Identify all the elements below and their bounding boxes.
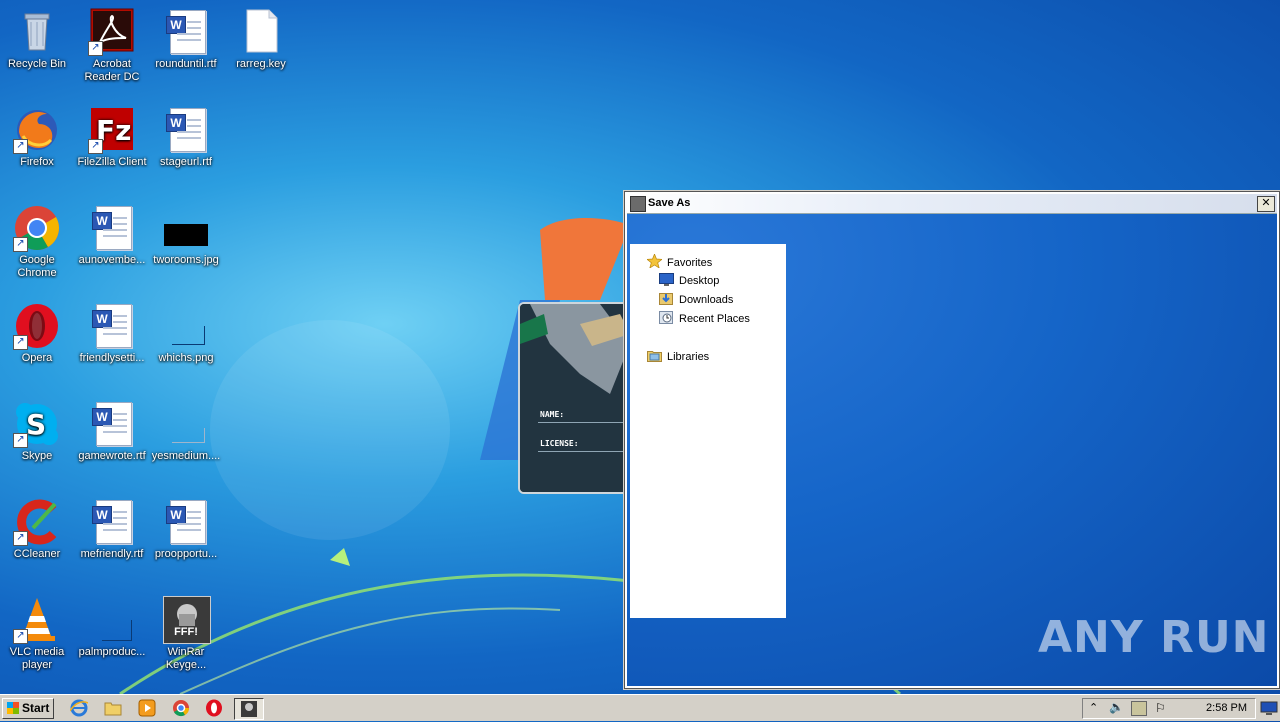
- start-button[interactable]: Start: [2, 698, 54, 719]
- shortcut-arrow-icon: ↗: [13, 531, 28, 546]
- shortcut-arrow-icon: ↗: [13, 629, 28, 644]
- nav-item-libraries[interactable]: Libraries: [647, 349, 709, 365]
- chrome-taskbar-icon[interactable]: [172, 699, 190, 717]
- svg-text:S: S: [26, 408, 46, 441]
- desktop-icon-stageurl[interactable]: W stageurl.rtf: [149, 106, 223, 169]
- word-doc-icon: W: [88, 302, 136, 350]
- taskbar: Start ⌃ 🔈 ⚐ 2:58 PM: [0, 694, 1280, 721]
- desktop-icon-gamewrote[interactable]: W gamewrote.rtf: [75, 400, 149, 463]
- title-bar[interactable]: Save As ✕: [627, 194, 1277, 214]
- keygen-artwork: [520, 304, 632, 492]
- ie-icon[interactable]: [69, 699, 89, 717]
- explorer-icon[interactable]: [104, 699, 122, 717]
- firefox-icon: ↗: [13, 106, 61, 154]
- close-button[interactable]: ✕: [1257, 196, 1275, 212]
- image-file-icon: [88, 596, 136, 644]
- word-doc-icon: W: [162, 8, 210, 56]
- desktop-icon-skype[interactable]: S ↗ Skype: [0, 400, 74, 463]
- anyrun-watermark: ANY RUN: [1038, 612, 1270, 663]
- nav-item-downloads[interactable]: Downloads: [659, 292, 733, 308]
- name-label: NAME:: [540, 410, 565, 419]
- shortcut-arrow-icon: ↗: [13, 335, 28, 350]
- shortcut-arrow-icon: ↗: [13, 433, 28, 448]
- acrobat-icon: ↗: [88, 8, 136, 56]
- clock[interactable]: 2:58 PM: [1206, 702, 1247, 714]
- filezilla-icon: Fz ↗: [88, 106, 136, 154]
- media-player-icon[interactable]: [138, 699, 156, 717]
- shortcut-arrow-icon: ↗: [13, 237, 28, 252]
- desktop-icon-proopportu[interactable]: W proopportu...: [149, 498, 223, 561]
- opera-taskbar-icon[interactable]: [205, 699, 223, 717]
- nav-item-desktop[interactable]: Desktop: [659, 273, 719, 289]
- ccleaner-icon: ↗: [13, 498, 61, 546]
- desktop-icon-rounduntil[interactable]: W rounduntil.rtf: [149, 8, 223, 71]
- shortcut-arrow-icon: ↗: [13, 139, 28, 154]
- image-file-icon: [162, 400, 210, 448]
- system-tray: ⌃ 🔈 ⚐ 2:58 PM: [1082, 698, 1256, 719]
- word-doc-icon: W: [88, 204, 136, 252]
- monitor-icon[interactable]: [1260, 699, 1278, 717]
- app-icon: [630, 196, 646, 212]
- desktop-icon-rarreg[interactable]: rarreg.key: [224, 8, 298, 71]
- recycle-bin-icon: [13, 8, 61, 56]
- name-field[interactable]: [538, 422, 632, 423]
- skype-icon: S ↗: [13, 400, 61, 448]
- show-hidden-icons[interactable]: ⌃: [1089, 701, 1098, 714]
- downloads-icon: [659, 292, 674, 305]
- desktop-icon-acrobat[interactable]: ↗ Acrobat Reader DC: [75, 8, 149, 84]
- nav-item-recent-places[interactable]: Recent Places: [659, 311, 750, 327]
- desktop-icon-opera[interactable]: ↗ Opera: [0, 302, 74, 365]
- keygen-badge: FFF!: [174, 626, 198, 638]
- word-doc-icon: W: [88, 400, 136, 448]
- dialog-title: Save As: [648, 197, 691, 209]
- word-doc-icon: W: [162, 498, 210, 546]
- desktop-icon-keygen[interactable]: FFF! WinRar Keyge...: [149, 596, 223, 672]
- windows-logo-icon: [7, 702, 19, 714]
- image-file-icon: [162, 204, 210, 252]
- vlc-icon: ↗: [13, 596, 61, 644]
- keygen-icon: FFF!: [162, 596, 211, 644]
- opera-icon: ↗: [13, 302, 61, 350]
- desktop-icon-mefriendly[interactable]: W mefriendly.rtf: [75, 498, 149, 561]
- star-icon: [646, 253, 663, 269]
- nav-item-favorites[interactable]: Favorites: [646, 253, 712, 270]
- desktop-icon-vlc[interactable]: ↗ VLC media player: [0, 596, 74, 672]
- desktop-icon-friendlysetti[interactable]: W friendlysetti...: [75, 302, 149, 365]
- desktop-icon: [659, 273, 674, 286]
- blank-file-icon: [237, 8, 285, 56]
- action-center-flag-icon[interactable]: ⚐: [1155, 701, 1166, 715]
- keygen-taskbar-button[interactable]: [234, 698, 264, 720]
- chrome-icon: ↗: [13, 204, 61, 252]
- desktop-icon-aunovembe[interactable]: W aunovembe...: [75, 204, 149, 267]
- keygen-window[interactable]: NAME: LICENSE:: [518, 302, 634, 494]
- word-doc-icon: W: [88, 498, 136, 546]
- desktop-icon-palmproduc[interactable]: palmproduc...: [75, 596, 149, 659]
- libraries-icon: [647, 349, 662, 362]
- desktop-icon-chrome[interactable]: ↗ Google Chrome: [0, 204, 74, 280]
- word-doc-icon: W: [162, 106, 210, 154]
- desktop-icon-firefox[interactable]: ↗ Firefox: [0, 106, 74, 169]
- recent-places-icon: [659, 311, 674, 324]
- navigation-pane[interactable]: Favorites Desktop Downloads Recent Place…: [630, 244, 786, 618]
- license-field[interactable]: [538, 451, 632, 452]
- desktop-icon-yesmedium[interactable]: yesmedium....: [149, 400, 223, 463]
- network-icon[interactable]: [1131, 701, 1147, 716]
- desktop-icon-ccleaner[interactable]: ↗ CCleaner: [0, 498, 74, 561]
- volume-icon[interactable]: 🔈: [1109, 700, 1124, 714]
- shortcut-arrow-icon: ↗: [88, 139, 103, 154]
- desktop-icon-recycle-bin[interactable]: Recycle Bin: [0, 8, 74, 71]
- license-label: LICENSE:: [540, 439, 579, 448]
- desktop-icon-tworooms[interactable]: tworooms.jpg: [149, 204, 223, 267]
- image-file-icon: [162, 302, 210, 350]
- desktop-icon-filezilla[interactable]: Fz ↗ FileZilla Client: [75, 106, 149, 169]
- shortcut-arrow-icon: ↗: [88, 41, 103, 56]
- desktop-icon-whichs[interactable]: whichs.png: [149, 302, 223, 365]
